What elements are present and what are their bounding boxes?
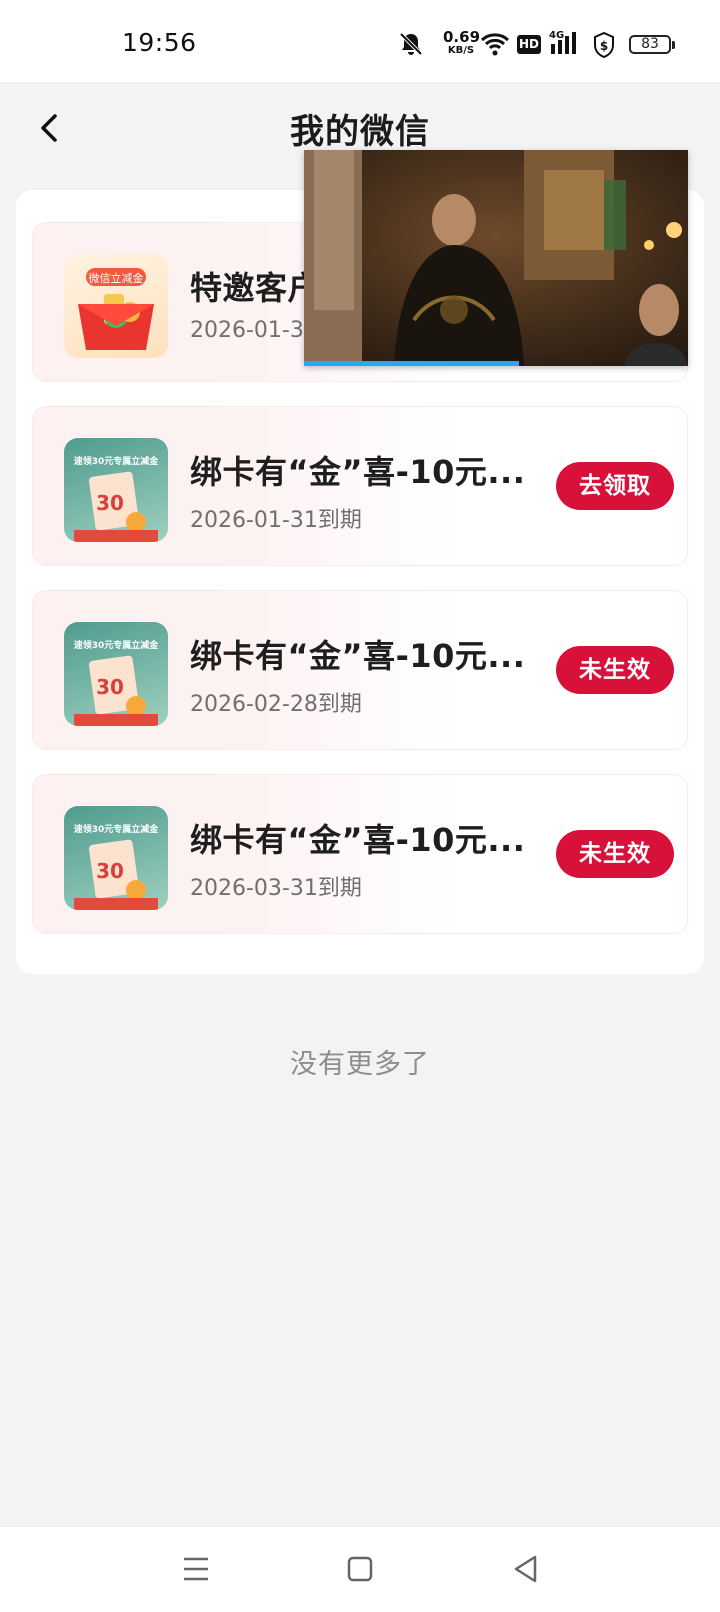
battery-level: 83 [641,36,659,52]
mute-bell-icon [399,32,423,56]
no-more-text: 没有更多了 [290,1049,430,1080]
battery-icon: 83 [629,35,675,54]
shield-dollar-icon: $ [594,31,614,59]
coupon-date: 2026-01-31 [190,318,318,343]
floating-video-window[interactable] [304,150,688,366]
inactive-button[interactable]: 未生效 [556,646,674,694]
home-button[interactable] [338,1547,382,1591]
thumb-label: 速领30元专属立减金 [74,823,160,835]
coupon-thumbnail: 速领30元专属立减金 30 [64,806,168,910]
hd-label: HD [518,37,539,51]
page-title: 我的微信 [290,112,430,152]
video-frame [304,150,688,366]
coupon-title: 特邀客户 [190,269,321,307]
coupon-thumbnail: 速领30元专属立减金 30 [64,438,168,542]
coupon-date: 2026-03-31到期 [190,876,362,901]
coupon-item[interactable]: 速领30元专属立减金 30 绑卡有“金”喜-10元... 2026-02-28到… [32,590,688,750]
coupon-item[interactable]: 速领30元专属立减金 30 绑卡有“金”喜-10元... 2026-03-31到… [32,774,688,934]
coupon-date: 2026-02-28到期 [190,692,362,717]
back-system-button[interactable] [504,1547,548,1591]
status-time: 19:56 [122,28,197,57]
inactive-button[interactable]: 未生效 [556,830,674,878]
thumb-value: 30 [96,491,124,515]
svg-text:$: $ [600,39,608,53]
thumb-value: 30 [96,675,124,699]
hd-icon: HD [517,35,541,54]
thumb-label: 速领30元专属立减金 [74,455,160,467]
net-speed-unit: KB/S [447,45,475,56]
coupon-title: 绑卡有“金”喜-10元... [190,821,526,859]
coupon-title: 绑卡有“金”喜-10元... [190,453,526,491]
home-square-icon [347,1556,373,1582]
coupon-title: 绑卡有“金”喜-10元... [190,637,526,675]
video-progress-bar [304,361,520,366]
coupon-thumbnail: 微信立减金 [64,254,168,358]
status-bar: 19:56 0.69 KB/S HD 4G $ 83 [0,0,720,82]
menu-icon [184,1557,208,1581]
coupon-date: 2026-01-31到期 [190,508,362,533]
coupon-thumbnail: 速领30元专属立减金 30 [64,622,168,726]
thumb-label: 微信立减金 [89,271,144,285]
coupon-item[interactable]: 速领30元专属立减金 30 绑卡有“金”喜-10元... 2026-01-31到… [32,406,688,566]
thumb-value: 30 [96,859,124,883]
menu-button[interactable] [174,1547,218,1591]
net-speed-value: 0.69 [443,28,481,46]
system-nav-bar [0,1527,720,1612]
net-speed: 0.69 KB/S [443,28,481,56]
thumb-label: 速领30元专属立减金 [74,639,160,651]
signal-4g-icon: 4G [549,30,583,58]
back-triangle-icon [514,1555,537,1583]
claim-button[interactable]: 去领取 [556,462,674,510]
wifi-icon [480,33,510,56]
